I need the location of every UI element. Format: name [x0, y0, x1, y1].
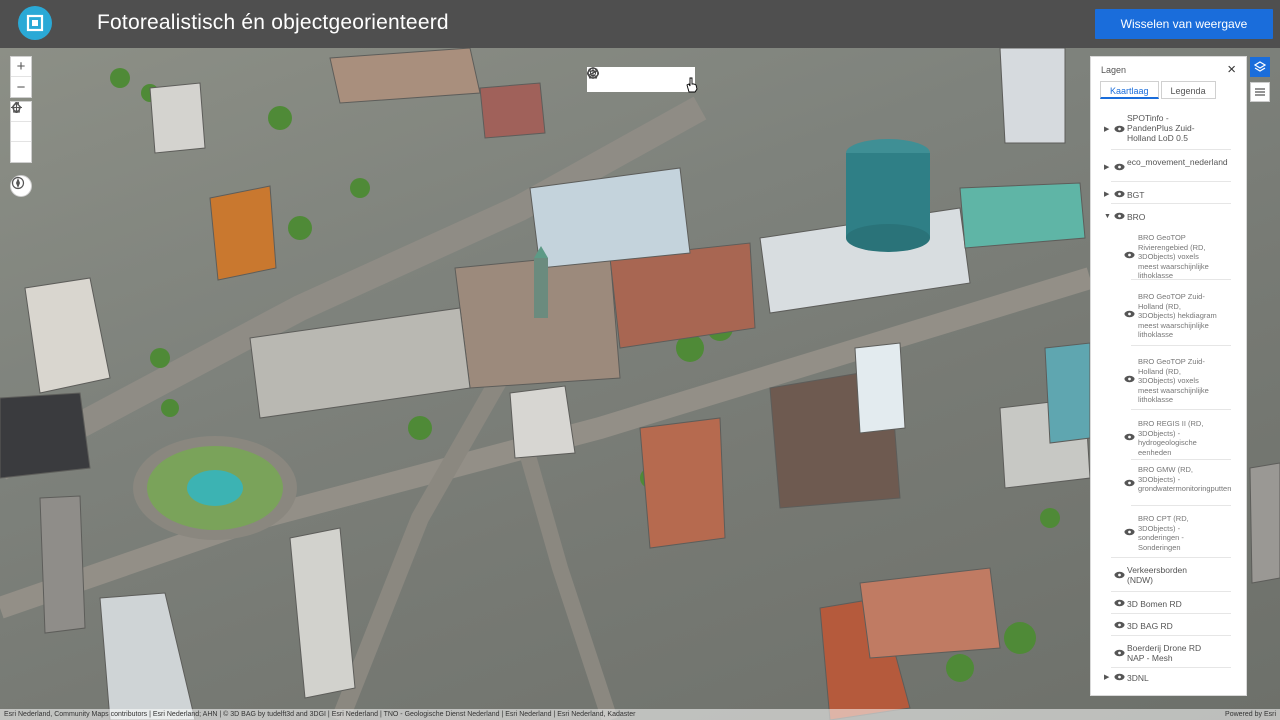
app-title: Fotorealistisch én objectgeorienteerd	[97, 11, 449, 34]
app-logo-icon[interactable]	[18, 6, 52, 40]
weather-icon[interactable]	[587, 67, 630, 88]
layer-list-panel: Lagen × Kaartlaag Legenda ▶ SPOTinfo - P…	[1090, 56, 1247, 696]
eye-icon[interactable]	[1114, 190, 1125, 198]
rotate-icon	[12, 102, 21, 112]
layer-list: ▶ SPOTinfo - PandenPlus Zuid-Holland LoD…	[1091, 107, 1246, 687]
layer-label: Verkeersborden (NDW)	[1127, 565, 1188, 585]
expand-icon[interactable]: ▶	[1104, 673, 1109, 683]
attribution-text: Esri Nederland, Community Maps contribut…	[4, 711, 636, 718]
eye-icon[interactable]	[1114, 163, 1125, 171]
eye-icon[interactable]	[1114, 212, 1125, 220]
layer-label: eco_movement_nederland	[1127, 157, 1228, 167]
measure-icon[interactable]	[589, 68, 668, 88]
switch-view-button[interactable]: Wisselen van weergave	[1095, 9, 1273, 39]
powered-by-link[interactable]: Powered by Esri	[1225, 709, 1276, 720]
layer-label: BRO GMW (RD, 3DObjects) - grondwatermoni…	[1138, 465, 1232, 493]
zoom-out-button[interactable]: −	[11, 77, 31, 97]
layer-label: BRO REGIS II (RD, 3DObjects) - hydrogeol…	[1138, 419, 1204, 457]
map-scene[interactable]: + −	[0, 48, 1280, 720]
layers-icon	[1254, 61, 1266, 72]
tab-legenda[interactable]: Legenda	[1160, 81, 1216, 99]
rotate-button[interactable]	[11, 102, 31, 162]
expand-icon[interactable]: ▼	[1104, 212, 1111, 222]
layer-label: 3D BAG RD	[1127, 621, 1173, 631]
legend-icon	[1255, 88, 1265, 96]
layer-label: BRO	[1127, 212, 1146, 222]
eye-icon[interactable]	[1114, 125, 1125, 133]
panel-tabs: Kaartlaag Legenda	[1100, 81, 1218, 99]
eye-icon[interactable]	[1124, 310, 1135, 318]
layers-button[interactable]	[1250, 57, 1270, 77]
eye-icon[interactable]	[1124, 375, 1135, 383]
eye-icon[interactable]	[1114, 599, 1125, 607]
layer-label: 3DNL	[1127, 673, 1149, 683]
pan-button[interactable]	[11, 102, 31, 142]
elevation-icon[interactable]	[587, 67, 649, 88]
layer-label: 3D Bomen RD	[1127, 599, 1182, 609]
eye-icon[interactable]	[1114, 621, 1125, 629]
scene-illustration	[0, 48, 1280, 720]
app-header: Fotorealistisch én objectgeorienteerd Wi…	[0, 0, 1280, 48]
panel-title: Lagen	[1101, 65, 1127, 75]
eye-icon[interactable]	[1114, 571, 1125, 579]
zoom-in-button[interactable]: +	[11, 57, 31, 77]
analysis-toolbar	[587, 67, 695, 92]
expand-icon[interactable]: ▶	[1104, 190, 1109, 200]
eye-icon[interactable]	[1114, 649, 1125, 657]
eye-icon[interactable]	[1124, 479, 1135, 487]
legend-button[interactable]	[1250, 82, 1270, 102]
attribution-bar: Esri Nederland, Community Maps contribut…	[0, 709, 1280, 720]
layer-label: BRO GeoTOP Zuid-Holland (RD, 3DObjects) …	[1138, 357, 1209, 404]
tab-kaartlaag[interactable]: Kaartlaag	[1100, 81, 1159, 99]
expand-icon[interactable]: ▶	[1104, 125, 1109, 135]
layer-label: Boerderij Drone RD NAP - Mesh	[1127, 643, 1202, 663]
eye-icon[interactable]	[1124, 528, 1135, 536]
zoom-controls: + −	[10, 56, 32, 98]
layer-label: BRO GeoTOP Zuid-Holland (RD, 3DObjects) …	[1138, 292, 1217, 339]
layer-label: BRO CPT (RD, 3DObjects) - sonderingen - …	[1138, 514, 1189, 552]
expand-icon[interactable]: ▶	[1104, 163, 1109, 173]
compass-button[interactable]	[10, 175, 32, 197]
eye-icon[interactable]	[1124, 433, 1135, 441]
compass-icon	[11, 176, 25, 190]
view-controls	[10, 101, 32, 163]
close-icon[interactable]: ×	[1227, 61, 1236, 78]
eye-icon[interactable]	[1124, 251, 1135, 259]
layer-label: SPOTinfo - PandenPlus Zuid-Holland LoD 0…	[1127, 113, 1195, 143]
cursor-hand-icon	[686, 77, 698, 93]
layer-label: BRO GeoTOP Rivierengebied (RD, 3DObjects…	[1138, 233, 1209, 280]
layer-label: BGT	[1127, 190, 1145, 200]
eye-icon[interactable]	[1114, 673, 1125, 681]
